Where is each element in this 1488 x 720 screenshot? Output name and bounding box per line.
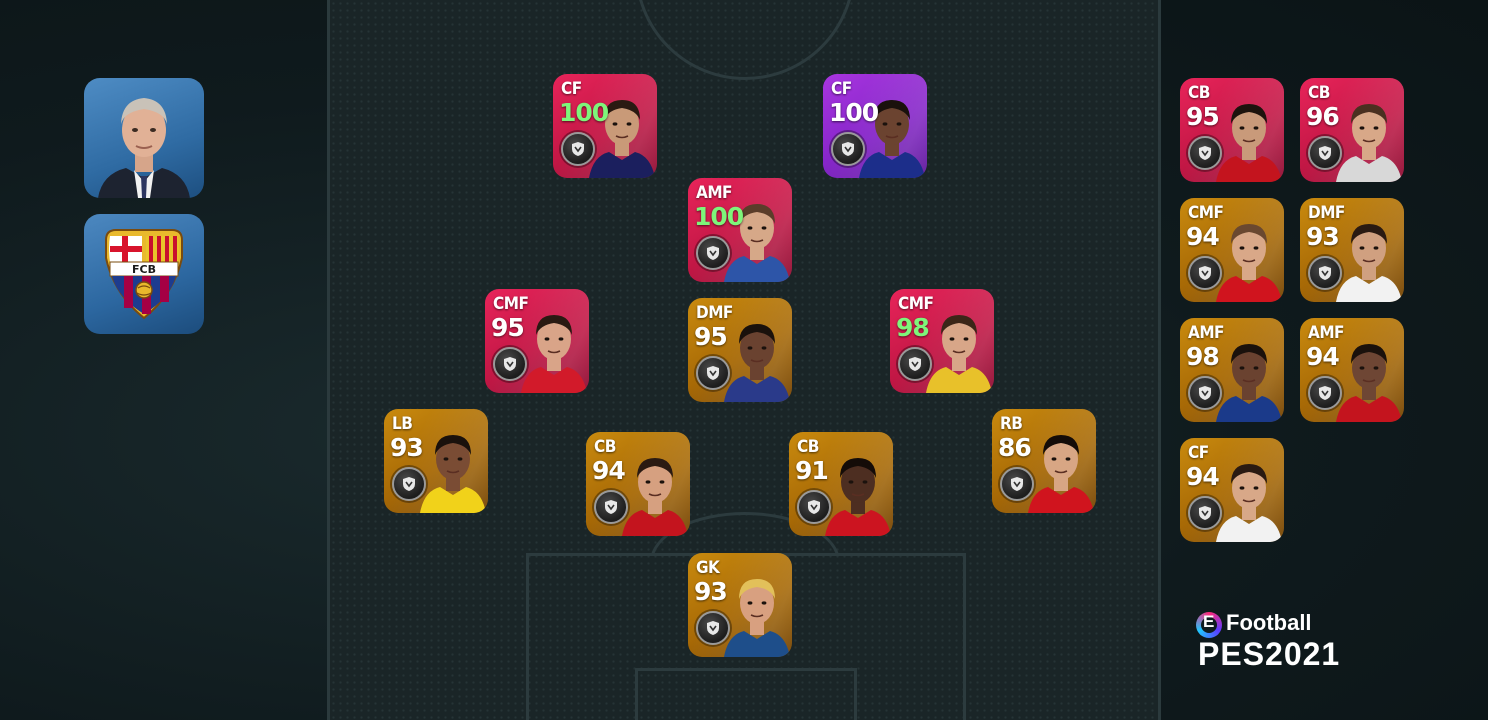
logo-efootball-text: Football [1226, 610, 1312, 635]
player-badge-icon [1000, 467, 1034, 501]
player-rating: 95 [1186, 102, 1220, 131]
player-card-cf-left[interactable]: CF 100 [553, 74, 657, 178]
player-rating: 94 [592, 456, 626, 485]
player-card-gk[interactable]: GK 93 [688, 553, 792, 657]
player-position: CMF [493, 294, 529, 314]
player-portrait-icon [1336, 224, 1402, 302]
player-card-cf-right[interactable]: CF 100 [823, 74, 927, 178]
player-rating: 98 [1186, 342, 1220, 371]
player-card-cmf-left[interactable]: CMF 95 [485, 289, 589, 393]
player-position: CF [1188, 443, 1209, 463]
player-portrait-icon [825, 458, 891, 536]
player-card-cb-right[interactable]: CB 91 [789, 432, 893, 536]
player-card-sub-5[interactable]: AMF 98 [1180, 318, 1284, 422]
player-position: DMF [1308, 203, 1345, 223]
player-position: DMF [696, 303, 733, 323]
club-card[interactable]: FCB [84, 214, 204, 334]
player-card-sub-4[interactable]: DMF 93 [1300, 198, 1404, 302]
player-portrait-icon [724, 579, 790, 657]
crest-text: FCB [132, 263, 156, 276]
player-card-sub-7[interactable]: CF 94 [1180, 438, 1284, 542]
player-card-sub-2[interactable]: CB 96 [1300, 78, 1404, 182]
player-position: CF [561, 79, 582, 99]
player-badge-icon [1188, 256, 1222, 290]
player-portrait-icon [1336, 344, 1402, 422]
player-card-cmf-right[interactable]: CMF 98 [890, 289, 994, 393]
player-rating: 91 [795, 456, 829, 485]
player-position: CB [1308, 83, 1330, 103]
player-position: LB [392, 414, 413, 434]
player-rating: 94 [1186, 222, 1220, 251]
player-portrait-icon [1336, 104, 1402, 182]
player-card-sub-3[interactable]: CMF 94 [1180, 198, 1284, 302]
player-portrait-icon [724, 324, 790, 402]
player-badge-icon [561, 132, 595, 166]
player-badge-icon [831, 132, 865, 166]
player-rating: 95 [694, 322, 728, 351]
player-badge-icon [594, 490, 628, 524]
goal-box [635, 668, 857, 720]
player-rating: 93 [694, 577, 728, 606]
player-card-rb[interactable]: RB 86 [992, 409, 1096, 513]
player-position: CMF [898, 294, 934, 314]
player-card-dmf[interactable]: DMF 95 [688, 298, 792, 402]
player-position: CB [797, 437, 819, 457]
player-badge-icon [493, 347, 527, 381]
player-rating: 93 [390, 433, 424, 462]
player-rating: 93 [1306, 222, 1340, 251]
manager-card[interactable] [84, 78, 204, 198]
player-card-amf[interactable]: AMF 100 [688, 178, 792, 282]
fc-barcelona-crest-icon: FCB [105, 229, 183, 320]
player-position: RB [1000, 414, 1023, 434]
player-position: AMF [1188, 323, 1225, 343]
player-portrait-icon [1216, 344, 1282, 422]
player-card-cb-left[interactable]: CB 94 [586, 432, 690, 536]
player-position: CB [1188, 83, 1210, 103]
player-position: AMF [696, 183, 733, 203]
player-card-sub-1[interactable]: CB 95 [1180, 78, 1284, 182]
player-portrait-icon [1216, 224, 1282, 302]
player-card-lb[interactable]: LB 93 [384, 409, 488, 513]
player-badge-icon [392, 467, 426, 501]
player-position: CB [594, 437, 616, 457]
player-rating: 100 [694, 202, 744, 231]
center-circle [635, 0, 855, 80]
player-position: CMF [1188, 203, 1224, 223]
pes2021-logo: E Football PES2021 [1196, 608, 1396, 672]
player-position: CF [831, 79, 852, 99]
logo-e-letter: E [1203, 612, 1215, 631]
player-portrait-icon [926, 315, 992, 393]
player-card-sub-6[interactable]: AMF 94 [1300, 318, 1404, 422]
player-badge-icon [898, 347, 932, 381]
manager-portrait-icon [98, 98, 190, 198]
player-rating: 96 [1306, 102, 1340, 131]
player-rating: 95 [491, 313, 525, 342]
player-rating: 94 [1306, 342, 1340, 371]
player-position: AMF [1308, 323, 1345, 343]
player-badge-icon [1308, 376, 1342, 410]
player-badge-icon [696, 236, 730, 270]
player-portrait-icon [1028, 435, 1094, 513]
player-badge-icon [1308, 256, 1342, 290]
player-badge-icon [1188, 136, 1222, 170]
player-badge-icon [797, 490, 831, 524]
player-badge-icon [1188, 496, 1222, 530]
player-rating: 94 [1186, 462, 1220, 491]
player-portrait-icon [1216, 464, 1282, 542]
player-portrait-icon [622, 458, 688, 536]
logo-pes-text: PES2021 [1198, 636, 1341, 672]
player-portrait-icon [521, 315, 587, 393]
player-rating: 100 [559, 98, 609, 127]
player-badge-icon [1188, 376, 1222, 410]
player-badge-icon [696, 356, 730, 390]
player-rating: 86 [998, 433, 1032, 462]
player-rating: 98 [896, 313, 930, 342]
player-badge-icon [696, 611, 730, 645]
player-portrait-icon [420, 435, 486, 513]
player-rating: 100 [829, 98, 879, 127]
player-position: GK [696, 558, 720, 578]
player-portrait-icon [1216, 104, 1282, 182]
player-badge-icon [1308, 136, 1342, 170]
